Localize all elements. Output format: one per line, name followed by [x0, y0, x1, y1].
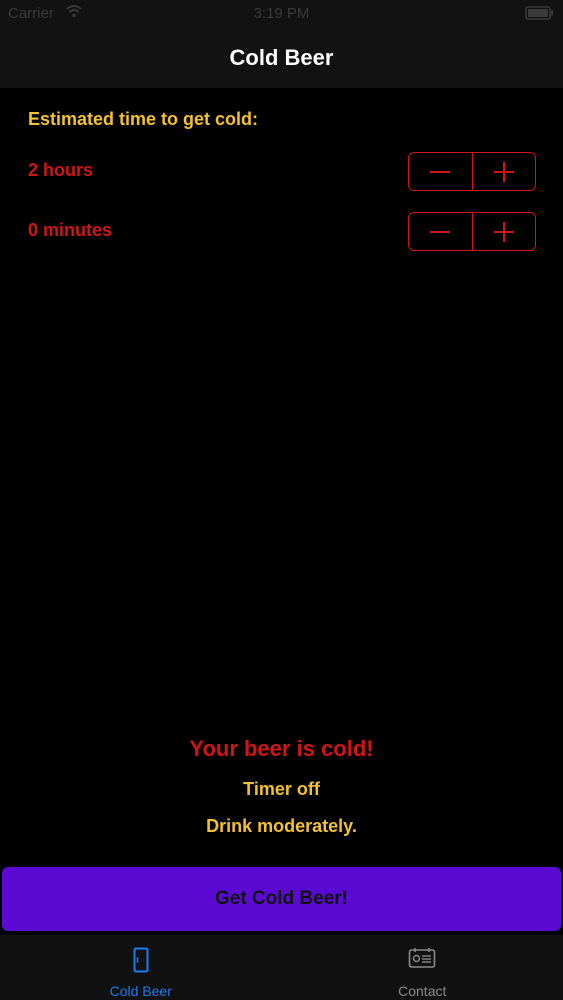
tab-cold-beer-label: Cold Beer	[109, 983, 172, 999]
hours-decrement-button[interactable]	[409, 153, 472, 190]
battery-icon	[525, 6, 555, 20]
page-title: Cold Beer	[229, 45, 334, 70]
cold-status-message: Your beer is cold!	[189, 736, 374, 761]
tab-contact[interactable]: Contact	[282, 935, 563, 1000]
moderation-note: Drink moderately.	[206, 816, 357, 836]
status-time: 3:19 PM	[253, 5, 310, 22]
navigation-bar: Cold Beer	[0, 28, 563, 88]
tab-cold-beer[interactable]: Cold Beer	[0, 935, 282, 1000]
minus-icon	[430, 230, 451, 233]
minus-icon	[430, 170, 451, 173]
minutes-label: 0 minutes	[28, 220, 113, 240]
get-cold-beer-button[interactable]: Get Cold Beer!	[2, 867, 561, 931]
minutes-stepper[interactable]	[408, 212, 536, 251]
plus-icon	[493, 221, 514, 242]
tab-contact-label: Contact	[398, 983, 447, 999]
plus-icon	[493, 161, 514, 182]
status-bar: Carrier 3:19 PM	[0, 0, 563, 28]
timer-heading: Estimated time to get cold:	[28, 109, 259, 129]
timer-state-label: Timer off	[243, 779, 320, 799]
minutes-decrement-button[interactable]	[409, 213, 472, 250]
hours-label: 2 hours	[28, 160, 94, 180]
minutes-increment-button[interactable]	[471, 213, 536, 250]
hours-increment-button[interactable]	[471, 153, 536, 190]
fridge-icon	[133, 947, 149, 978]
hours-stepper[interactable]	[408, 152, 536, 191]
app-screen: Carrier 3:19 PM Cold Beer Estimated time…	[0, 0, 563, 1000]
tab-bar: Cold Beer Contact	[0, 935, 563, 1000]
contact-card-icon	[408, 947, 436, 974]
